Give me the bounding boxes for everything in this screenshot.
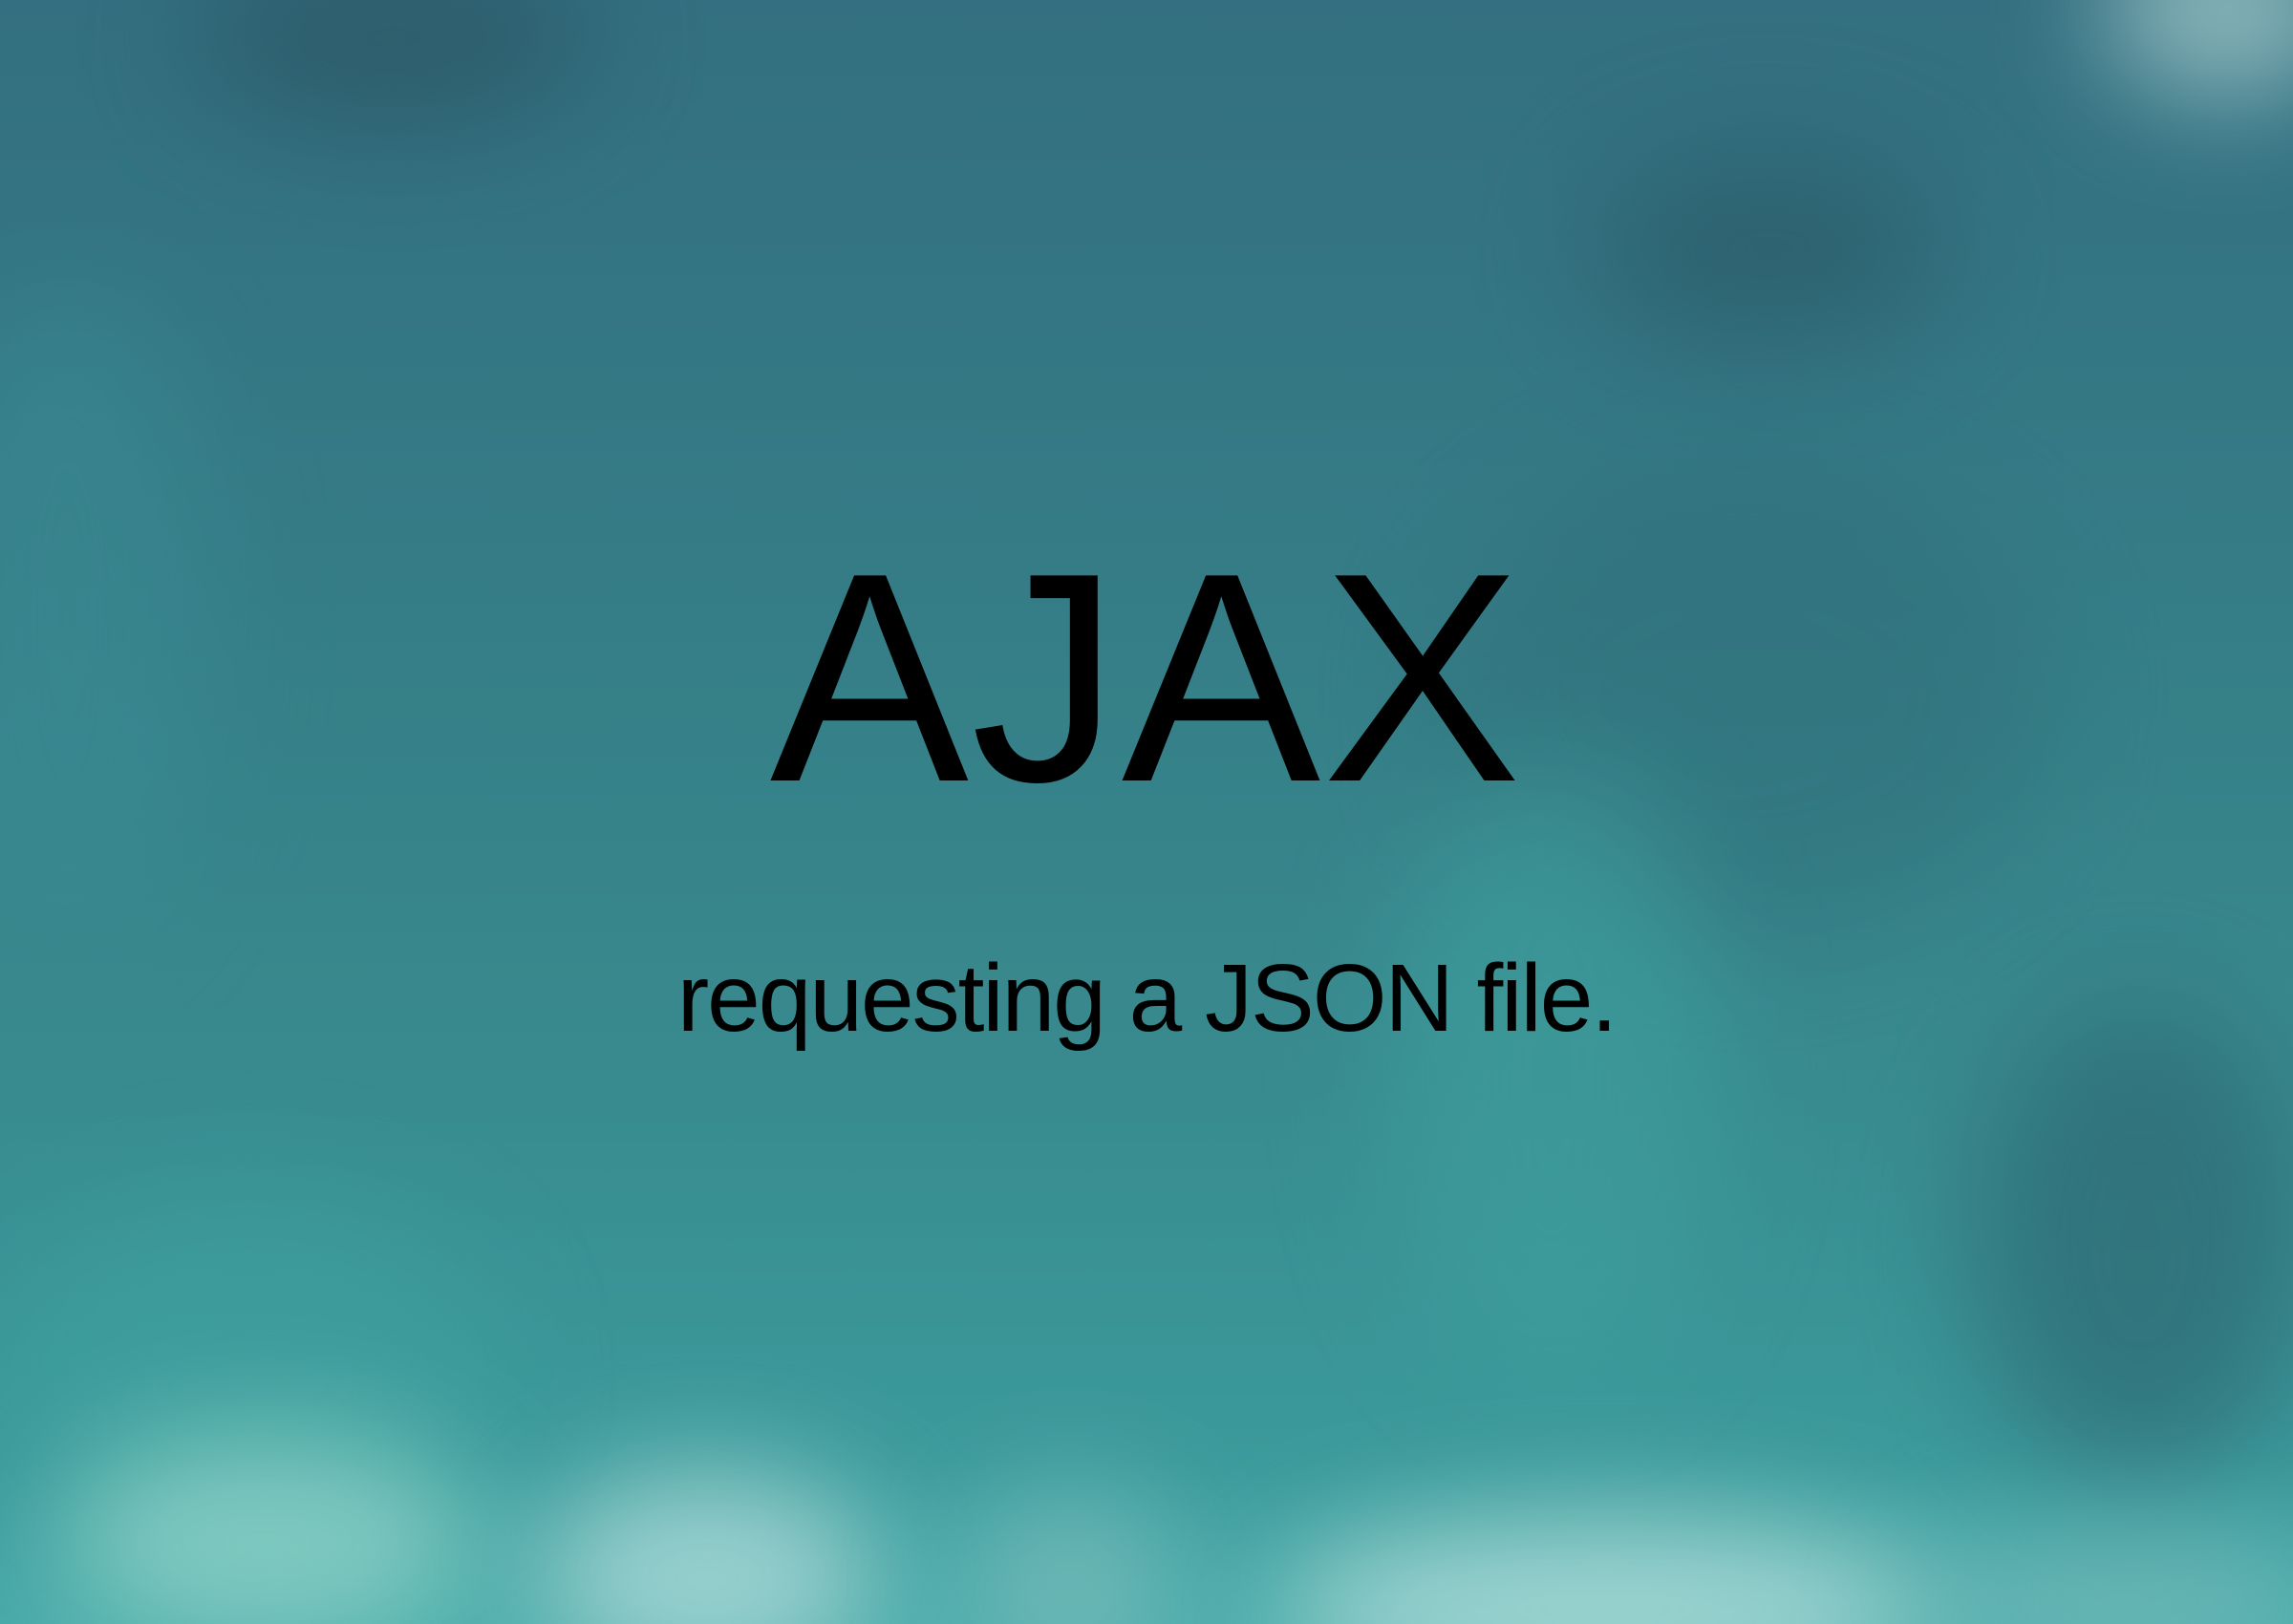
background-blur-shape <box>1586 143 1949 353</box>
slide-title: AJAX <box>769 512 1524 844</box>
background-blur-shape <box>1385 764 1720 1385</box>
background-blur-shape <box>1968 1003 2293 1481</box>
slide-subtitle: requesting a JSON file. <box>676 945 1618 1052</box>
slide: AJAX requesting a JSON file. <box>0 0 2293 1624</box>
